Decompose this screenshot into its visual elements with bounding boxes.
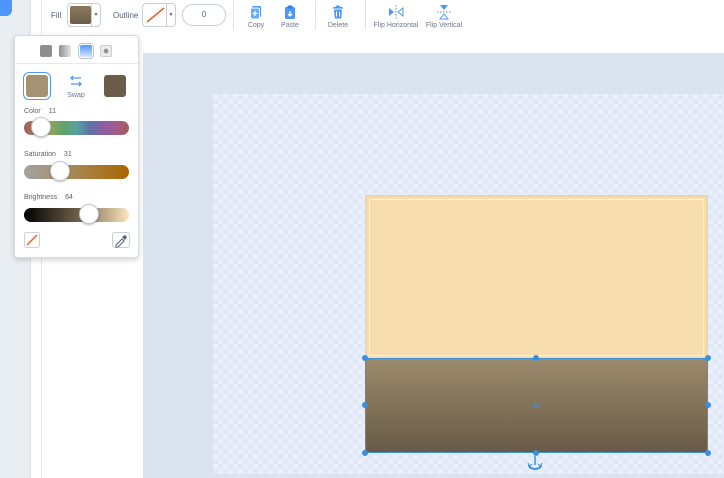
divider xyxy=(365,0,366,30)
flip-vertical-label: Flip Vertical xyxy=(425,22,463,29)
outline-width-input[interactable]: 0 xyxy=(182,4,226,26)
color-value: 11 xyxy=(48,108,57,115)
resize-handle-top-right[interactable] xyxy=(705,355,711,361)
resize-handle-top-left[interactable] xyxy=(362,355,368,361)
color-slider[interactable] xyxy=(24,117,129,137)
copy-button[interactable]: Copy xyxy=(244,4,268,29)
toolbar: Fill ▼ Outline ▼ 0 Copy Paste Delete Fli… xyxy=(42,0,724,38)
fill-color-popover: Swap Color 11 Saturation 31 Brightness 64 xyxy=(14,35,139,258)
delete-button[interactable]: Delete xyxy=(324,4,352,29)
popover-footer xyxy=(24,232,130,248)
brightness-value: 64 xyxy=(65,194,73,201)
active-tab-indicator[interactable] xyxy=(0,0,12,16)
paste-icon xyxy=(285,5,295,19)
saturation-slider[interactable] xyxy=(24,161,129,181)
horizontal-gradient-icon[interactable] xyxy=(59,45,71,57)
radial-gradient-icon[interactable] xyxy=(100,45,112,57)
resize-handle-right[interactable] xyxy=(705,402,711,408)
delete-icon xyxy=(333,5,343,19)
saturation-label: Saturation xyxy=(24,151,56,158)
color-slider-knob[interactable] xyxy=(31,117,51,137)
flip-horizontal-icon xyxy=(389,5,404,19)
chevron-down-icon: ▼ xyxy=(91,4,100,26)
saturation-value: 31 xyxy=(63,151,72,158)
resize-handle-top[interactable] xyxy=(533,355,539,361)
fill-type-selector xyxy=(15,36,138,64)
resize-handle-left[interactable] xyxy=(362,402,368,408)
swap-icon xyxy=(70,75,82,87)
flip-horizontal-label: Flip Horizontal xyxy=(373,22,419,29)
outline-label: Outline xyxy=(113,11,139,20)
swap-button[interactable]: Swap xyxy=(64,74,88,99)
brightness-label: Brightness xyxy=(24,194,58,201)
brightness-slider[interactable] xyxy=(24,204,129,224)
eyedropper-icon[interactable] xyxy=(112,232,130,248)
saturation-slider-knob[interactable] xyxy=(50,161,70,181)
solid-fill-icon[interactable] xyxy=(40,45,52,57)
saturation-slider-label: Saturation 31 xyxy=(24,151,72,158)
delete-label: Delete xyxy=(327,22,349,29)
center-point[interactable] xyxy=(534,403,539,408)
primary-color-swatch[interactable] xyxy=(26,75,48,97)
vertical-gradient-icon[interactable] xyxy=(78,43,94,59)
shape-inner-border xyxy=(369,199,704,356)
artboard[interactable] xyxy=(213,94,724,474)
swap-label: Swap xyxy=(67,92,85,99)
rotate-handle-icon[interactable] xyxy=(527,456,543,472)
chevron-down-icon: ▼ xyxy=(166,4,175,26)
fill-label: Fill xyxy=(51,11,62,20)
canvas-area[interactable] xyxy=(143,53,724,478)
flip-horizontal-button[interactable]: Flip Horizontal xyxy=(372,4,420,29)
top-rectangle-shape[interactable] xyxy=(365,195,708,360)
no-outline-icon xyxy=(145,6,166,24)
divider xyxy=(233,0,234,30)
paste-label: Paste xyxy=(281,22,299,29)
brightness-slider-label: Brightness 64 xyxy=(24,194,73,201)
divider xyxy=(315,0,316,30)
no-fill-icon[interactable] xyxy=(24,232,40,248)
color-slider-label: Color 11 xyxy=(24,108,56,115)
resize-handle-bottom-left[interactable] xyxy=(362,450,368,456)
fill-color-button[interactable]: ▼ xyxy=(67,3,101,27)
secondary-color-swatch[interactable] xyxy=(104,75,126,97)
resize-handle-bottom-right[interactable] xyxy=(705,450,711,456)
flip-vertical-button[interactable]: Flip Vertical xyxy=(423,4,465,29)
copy-label: Copy xyxy=(247,22,265,29)
color-label: Color xyxy=(24,108,41,115)
paste-button[interactable]: Paste xyxy=(278,4,302,29)
fill-swatch xyxy=(70,6,91,24)
outline-color-button[interactable]: ▼ xyxy=(142,3,176,27)
flip-vertical-icon xyxy=(437,5,451,20)
brightness-slider-knob[interactable] xyxy=(79,204,99,224)
copy-icon xyxy=(250,6,261,20)
